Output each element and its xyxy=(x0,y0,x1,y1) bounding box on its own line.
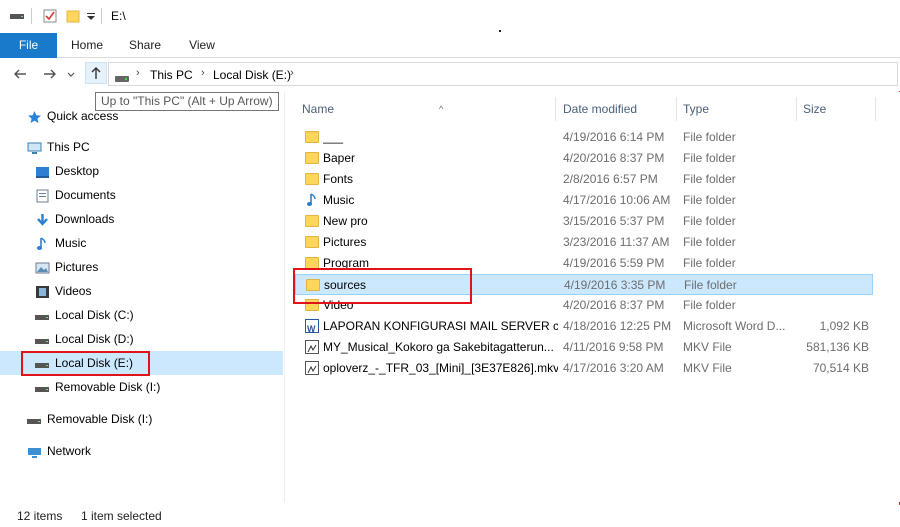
drive-icon xyxy=(35,308,50,322)
window-title: E:\ xyxy=(111,9,126,23)
chevron-right-icon[interactable]: › xyxy=(136,67,140,79)
computer-icon xyxy=(27,140,42,154)
file-list: Name ^ Date modified Type Size ___ 4/19/… xyxy=(285,92,900,502)
sidebar-item-desktop[interactable]: Desktop xyxy=(35,160,277,182)
arrow-left-icon[interactable] xyxy=(10,65,30,83)
folder-icon xyxy=(305,215,319,227)
customize-dropdown-icon[interactable] xyxy=(86,9,100,23)
folder-icon xyxy=(305,236,319,248)
up-button[interactable] xyxy=(85,62,107,84)
tab-share[interactable]: Share xyxy=(124,33,166,58)
download-arrow-icon xyxy=(35,212,50,226)
column-separator[interactable] xyxy=(676,97,677,121)
properties-check-icon[interactable] xyxy=(43,9,57,23)
highlight-box-sources xyxy=(293,268,472,304)
sidebar-item-local-disk-d[interactable]: Local Disk (D:) xyxy=(35,328,277,350)
sidebar-item-documents[interactable]: Documents xyxy=(35,184,277,206)
sidebar-item-pictures[interactable]: Pictures xyxy=(35,256,277,278)
stray-pixel xyxy=(499,30,501,32)
arrow-right-icon[interactable] xyxy=(40,65,60,83)
column-separator[interactable] xyxy=(796,97,797,121)
folder-icon xyxy=(305,173,319,185)
sidebar-item-music[interactable]: Music xyxy=(35,232,277,254)
breadcrumb-this-pc[interactable]: This PC xyxy=(150,68,193,82)
breadcrumb-local-disk-e[interactable]: Local Disk (E:) xyxy=(213,68,291,82)
status-item-count: 12 items xyxy=(17,509,63,523)
file-row[interactable]: New pro 3/15/2016 5:37 PM File folder xyxy=(295,211,873,232)
arrow-up-icon xyxy=(90,67,102,84)
column-separator[interactable] xyxy=(555,97,556,121)
toolbar-separator xyxy=(101,8,102,24)
file-row[interactable]: Baper 4/20/2016 8:37 PM File folder xyxy=(295,148,873,169)
navigation-bar: › This PC › Local Disk (E:) › xyxy=(0,58,900,91)
file-row[interactable]: Music 4/17/2016 10:06 AM File folder xyxy=(295,190,873,211)
chevron-right-icon[interactable]: › xyxy=(290,67,294,79)
tab-home[interactable]: Home xyxy=(66,33,108,58)
drive-icon xyxy=(27,412,42,426)
drive-icon xyxy=(115,71,129,85)
folder-icon xyxy=(305,152,319,164)
tab-file[interactable]: File xyxy=(0,33,57,58)
title-bar: E:\ xyxy=(0,0,900,33)
sidebar-item-downloads[interactable]: Downloads xyxy=(35,208,277,230)
column-header-size[interactable]: Size xyxy=(803,97,873,121)
toolbar-separator xyxy=(31,8,32,24)
music-note-icon xyxy=(35,236,50,250)
drive-icon xyxy=(35,332,50,346)
status-bar: 12 items 1 item selected xyxy=(0,505,900,527)
tab-view[interactable]: View xyxy=(181,33,223,58)
mkv-file-icon xyxy=(305,340,319,354)
star-icon xyxy=(27,109,42,123)
highlight-box-local-disk-e xyxy=(21,351,150,376)
drive-icon xyxy=(35,380,50,394)
pictures-icon xyxy=(35,260,50,274)
file-row[interactable]: MY_Musical_Kokoro ga Sakebitagatterun...… xyxy=(295,337,873,358)
address-bar[interactable]: › This PC › Local Disk (E:) › xyxy=(108,62,898,86)
file-row[interactable]: Fonts 2/8/2016 6:57 PM File folder xyxy=(295,169,873,190)
file-row[interactable]: oploverz_-_TFR_03_[Mini]_[3E37E826].mkv … xyxy=(295,358,873,379)
film-icon xyxy=(35,284,50,298)
desktop-icon xyxy=(35,164,50,178)
file-row[interactable]: Pictures 3/23/2016 11:37 AM File folder xyxy=(295,232,873,253)
network-icon xyxy=(27,444,42,458)
music-note-icon xyxy=(305,193,319,206)
sidebar-item-local-disk-c[interactable]: Local Disk (C:) xyxy=(35,304,277,326)
column-header-date-modified[interactable]: Date modified xyxy=(563,97,673,121)
sort-ascending-icon: ^ xyxy=(439,104,444,114)
folder-icon xyxy=(305,131,319,143)
column-header-name[interactable]: Name ^ xyxy=(302,97,552,121)
up-button-tooltip: Up to "This PC" (Alt + Up Arrow) xyxy=(95,92,279,111)
mkv-file-icon xyxy=(305,361,319,375)
sidebar-item-removable-disk-i-root[interactable]: Removable Disk (I:) xyxy=(27,408,277,430)
column-separator[interactable] xyxy=(875,97,876,121)
ribbon-tabs: File Home Share View xyxy=(0,33,900,58)
status-selection: 1 item selected xyxy=(81,509,162,523)
sidebar-item-removable-disk-i[interactable]: Removable Disk (I:) xyxy=(35,376,277,398)
svg-text:W: W xyxy=(307,324,316,334)
new-folder-icon[interactable] xyxy=(66,9,80,23)
column-header-type[interactable]: Type xyxy=(683,97,793,121)
sidebar-item-network[interactable]: Network xyxy=(27,440,277,462)
file-row[interactable]: W LAPORAN KONFIGURASI MAIL SERVER c... 4… xyxy=(295,316,873,337)
drive-icon[interactable] xyxy=(10,9,24,23)
word-doc-icon: W xyxy=(305,319,319,334)
documents-icon xyxy=(35,188,50,203)
sidebar-item-this-pc[interactable]: This PC xyxy=(27,136,277,158)
file-row[interactable]: ___ 4/19/2016 6:14 PM File folder xyxy=(295,127,873,148)
chevron-down-icon[interactable] xyxy=(64,65,78,83)
sidebar-item-videos[interactable]: Videos xyxy=(35,280,277,302)
navigation-pane: Quick access This PC Desktop Documents D… xyxy=(0,92,285,502)
chevron-right-icon[interactable]: › xyxy=(201,67,205,79)
